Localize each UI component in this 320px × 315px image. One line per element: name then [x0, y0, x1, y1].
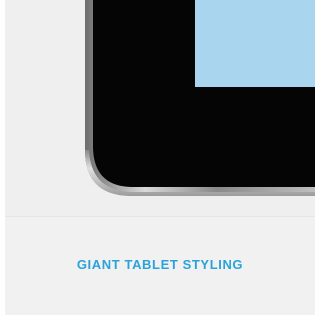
caption-area: GIANT TABLET STYLING — [5, 217, 315, 315]
card-caption[interactable]: GIANT TABLET STYLING — [5, 257, 315, 272]
product-image — [5, 0, 315, 216]
tablet-corner-illustration — [75, 0, 315, 200]
tablet-screen — [195, 0, 315, 87]
product-card[interactable]: GIANT TABLET STYLING — [5, 0, 315, 315]
